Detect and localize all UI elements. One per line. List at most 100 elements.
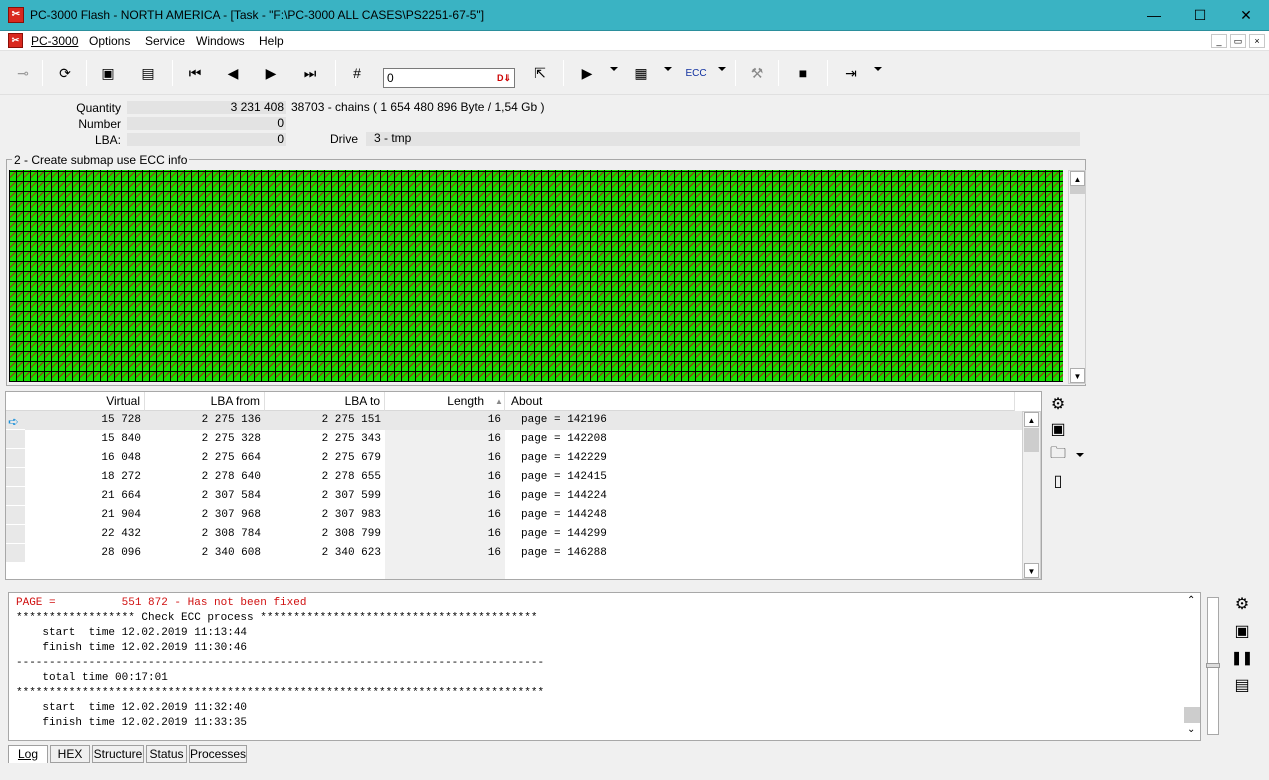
table-row[interactable]: 22 432 2 308 784 2 308 799 16 page = 144299 <box>6 525 1022 544</box>
scroll-down-icon[interactable]: ⌄ <box>1187 724 1195 735</box>
row-indicator[interactable] <box>6 525 25 544</box>
toolbar-separator <box>335 60 336 86</box>
tab-hex[interactable]: HEX <box>50 745 90 763</box>
open-folder-icon[interactable]: 🗀 <box>1047 444 1069 466</box>
tab-status[interactable]: Status <box>146 745 187 763</box>
scroll-up-icon[interactable]: ⌃ <box>1187 595 1195 606</box>
scroll-up-icon[interactable]: ▲ <box>1024 412 1039 427</box>
save-table-icon[interactable]: ▣ <box>1047 418 1069 440</box>
load-settings-icon[interactable]: ⚙ <box>1047 393 1069 415</box>
menu-pc3000[interactable]: PC-3000 <box>31 34 78 48</box>
first-icon[interactable]: ⏮ <box>182 58 208 88</box>
close-button[interactable]: ✕ <box>1223 0 1269 31</box>
log-settings-icon[interactable]: ⚙ <box>1231 593 1253 615</box>
stop-icon[interactable]: ■ <box>790 58 816 88</box>
ecc-button[interactable]: ECC <box>682 58 710 88</box>
chevron-down-icon[interactable] <box>664 67 672 71</box>
menu-help[interactable]: Help <box>259 34 284 48</box>
mdi-app-icon[interactable]: ✂ <box>8 33 23 48</box>
next-icon[interactable]: ▶ <box>258 58 284 88</box>
table-row[interactable]: 21 904 2 307 968 2 307 983 16 page = 144248 <box>6 506 1022 525</box>
cell-about: page = 146288 <box>521 547 607 559</box>
toolbar: ⊸ ⟳ ▣ ▤ ⏮ ◀ ▶ ⏭ # D⇓ ⇱ ▶ ▦ ECC ⚒ ■ ⇥ <box>0 51 1269 95</box>
scroll-down-icon[interactable]: ▼ <box>1070 368 1085 383</box>
row-indicator[interactable] <box>6 430 25 449</box>
refresh-icon[interactable]: ⟳ <box>52 58 78 88</box>
mdi-close-button[interactable]: × <box>1249 34 1265 48</box>
tab-processes[interactable]: Processes <box>189 745 247 763</box>
table-row[interactable]: 16 048 2 275 664 2 275 679 16 page = 142229 <box>6 449 1022 468</box>
last-icon[interactable]: ⏭ <box>297 58 323 88</box>
prev-icon[interactable]: ◀ <box>220 58 246 88</box>
cell-lba-to: 2 308 799 <box>321 528 381 540</box>
map-scrollbar[interactable]: ▲ ▼ <box>1068 170 1086 384</box>
table-row[interactable]: 18 272 2 278 640 2 278 655 16 page = 142415 <box>6 468 1022 487</box>
cell-length: 16 <box>487 452 501 464</box>
log-level-slider[interactable] <box>1206 597 1220 735</box>
table-row[interactable]: 15 728 2 275 136 2 275 151 16 page = 142196 <box>6 411 1022 430</box>
toolbar-separator <box>827 60 828 86</box>
exit-icon[interactable]: ⇥ <box>838 58 864 88</box>
col-about[interactable]: About <box>505 392 1015 411</box>
save-log-settings-icon[interactable]: ▤ <box>1231 674 1253 696</box>
col-lba-from[interactable]: LBA from <box>145 392 265 411</box>
maximize-button[interactable]: ☐ <box>1177 0 1223 31</box>
tab-log[interactable]: Log <box>8 745 48 763</box>
col-virtual[interactable]: Virtual <box>25 392 145 411</box>
scroll-up-icon[interactable]: ▲ <box>1070 171 1085 186</box>
export-icon[interactable]: ⇱ <box>527 58 553 88</box>
scroll-thumb[interactable] <box>1024 428 1039 452</box>
table-row[interactable]: 21 664 2 307 584 2 307 599 16 page = 144224 <box>6 487 1022 506</box>
row-indicator[interactable] <box>6 506 25 525</box>
row-indicator[interactable] <box>6 449 25 468</box>
new-file-icon[interactable]: ▯ <box>1047 470 1069 492</box>
col-length[interactable]: Length <box>385 392 505 411</box>
save-icon[interactable]: ▣ <box>95 58 121 88</box>
table-row[interactable]: 15 840 2 275 328 2 275 343 16 page = 142208 <box>6 430 1022 449</box>
toolbar-separator <box>42 60 43 86</box>
chevron-down-icon[interactable] <box>874 67 882 71</box>
chevron-down-icon[interactable] <box>1076 453 1084 457</box>
cell-virtual: 22 432 <box>101 528 141 540</box>
row-indicator[interactable] <box>6 544 25 563</box>
scroll-thumb[interactable] <box>1184 707 1200 723</box>
play-icon[interactable]: ▶ <box>574 58 600 88</box>
table-row[interactable]: 28 096 2 340 608 2 340 623 16 page = 146288 <box>6 544 1022 563</box>
menu-options[interactable]: Options <box>89 34 130 48</box>
tools-icon[interactable]: ⚒ <box>744 58 770 88</box>
minimize-button[interactable]: — <box>1131 0 1177 31</box>
cell-length: 16 <box>487 528 501 540</box>
save-log-icon[interactable]: ▣ <box>1231 620 1253 642</box>
grid-icon[interactable]: ▦ <box>628 58 654 88</box>
scroll-down-icon[interactable]: ▼ <box>1024 563 1039 578</box>
goto-number-icon[interactable]: # <box>344 58 370 88</box>
mdi-restore-button[interactable]: ▭ <box>1230 34 1246 48</box>
table-scrollbar[interactable]: ▲ ▼ <box>1022 411 1041 579</box>
row-indicator[interactable] <box>6 468 25 487</box>
cell-lba-to: 2 278 655 <box>321 471 381 483</box>
save-settings-icon[interactable]: ▤ <box>135 58 161 88</box>
app-icon[interactable]: ✂ <box>8 7 24 23</box>
toolbar-separator <box>172 60 173 86</box>
slider-thumb[interactable] <box>1206 663 1220 668</box>
menu-windows[interactable]: Windows <box>196 34 245 48</box>
cell-about: page = 144299 <box>521 528 607 540</box>
cell-length: 16 <box>487 490 501 502</box>
mdi-minimize-button[interactable]: _ <box>1211 34 1227 48</box>
menu-service[interactable]: Service <box>145 34 185 48</box>
row-indicator[interactable] <box>6 487 25 506</box>
log-scrollbar[interactable]: ⌃ ⌄ <box>1184 593 1200 740</box>
lba-label: LBA: <box>94 133 121 147</box>
tab-structure[interactable]: Structure <box>92 745 144 763</box>
pause-icon[interactable]: ❚❚ <box>1231 647 1253 669</box>
drive-value: 3 - tmp <box>366 132 1080 146</box>
log-output[interactable]: PAGE = 551 872 - Has not been fixed *****… <box>8 592 1201 741</box>
cell-virtual: 18 272 <box>101 471 141 483</box>
input-dropdown-button[interactable]: D⇓ <box>495 70 513 86</box>
col-lba-to[interactable]: LBA to <box>265 392 385 411</box>
chevron-down-icon[interactable] <box>718 67 726 71</box>
log-line: start time 12.02.2019 11:32:40 <box>16 702 248 714</box>
chevron-down-icon[interactable] <box>610 67 618 71</box>
scroll-thumb[interactable] <box>1070 186 1085 194</box>
disconnect-icon[interactable]: ⊸ <box>10 58 36 88</box>
